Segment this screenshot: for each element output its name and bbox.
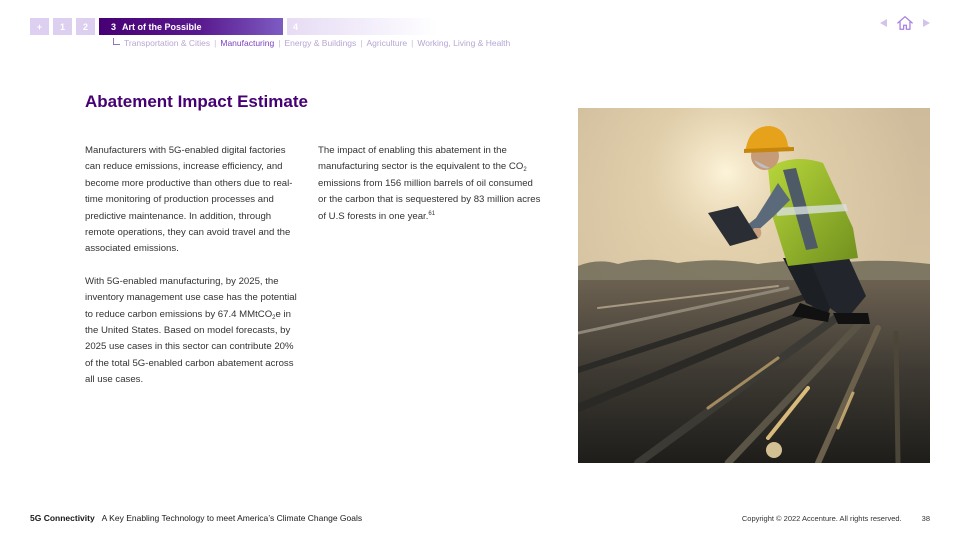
page-nav-controls [880,14,930,32]
subsection-nav: Transportation & Cities | Manufacturing … [113,37,510,48]
subnav-item-manufacturing[interactable]: Manufacturing [220,38,274,48]
next-arrow-icon[interactable] [923,19,930,27]
prev-arrow-icon[interactable] [880,19,887,27]
subnav-item-energy[interactable]: Energy & Buildings [284,38,356,48]
footnote-ref[interactable]: 61 [428,211,435,217]
subnav-item-transportation[interactable]: Transportation & Cities [124,38,210,48]
nav-box-label: 1 [59,21,65,32]
footer-title: 5G Connectivity A Key Enabling Technolog… [30,513,362,523]
page-title: Abatement Impact Estimate [85,92,308,111]
home-icon[interactable] [896,14,914,32]
separator: | [360,38,363,48]
footer-meta: Copyright © 2022 Accenture. All rights r… [742,514,930,523]
footer-subtitle: A Key Enabling Technology to meet Americ… [101,513,363,523]
subnav-item-agriculture[interactable]: Agriculture [367,38,408,48]
nav-box-number: 3 [111,21,117,32]
copyright: Copyright © 2022 Accenture. All rights r… [741,514,902,523]
nav-box-4[interactable]: 4 [287,18,437,35]
body-column-1: Manufacturers with 5G-enabled digital fa… [85,143,303,405]
paragraph-2: With 5G-enabled manufacturing, by 2025, … [85,275,297,386]
section-nav: + 1 2 3 Art of the Possible 4 [30,18,441,35]
nav-box-3-active[interactable]: 3 Art of the Possible [99,18,283,35]
corner-connector-icon [113,37,120,45]
separator: | [411,38,414,48]
nav-box-label: + [36,21,43,32]
page-number: 38 [921,514,930,523]
nav-box-2[interactable]: 2 [76,18,95,35]
subnav-item-working-living[interactable]: Working, Living & Health [417,38,510,48]
paragraph-1: Manufacturers with 5G-enabled digital fa… [85,145,293,255]
separator: | [214,38,217,48]
separator: | [278,38,281,48]
body-column-2: The impact of enabling this abatement in… [318,143,542,241]
nav-box-label: Art of the Possible [122,21,202,32]
footer-brand: 5G Connectivity [30,513,95,523]
nav-box-label: 2 [82,21,88,32]
paragraph-3: The impact of enabling this abatement in… [318,145,541,222]
nav-box-label: 4 [293,21,299,32]
hero-photo [578,108,930,463]
nav-box-plus[interactable]: + [30,18,49,35]
nav-box-1[interactable]: 1 [53,18,72,35]
